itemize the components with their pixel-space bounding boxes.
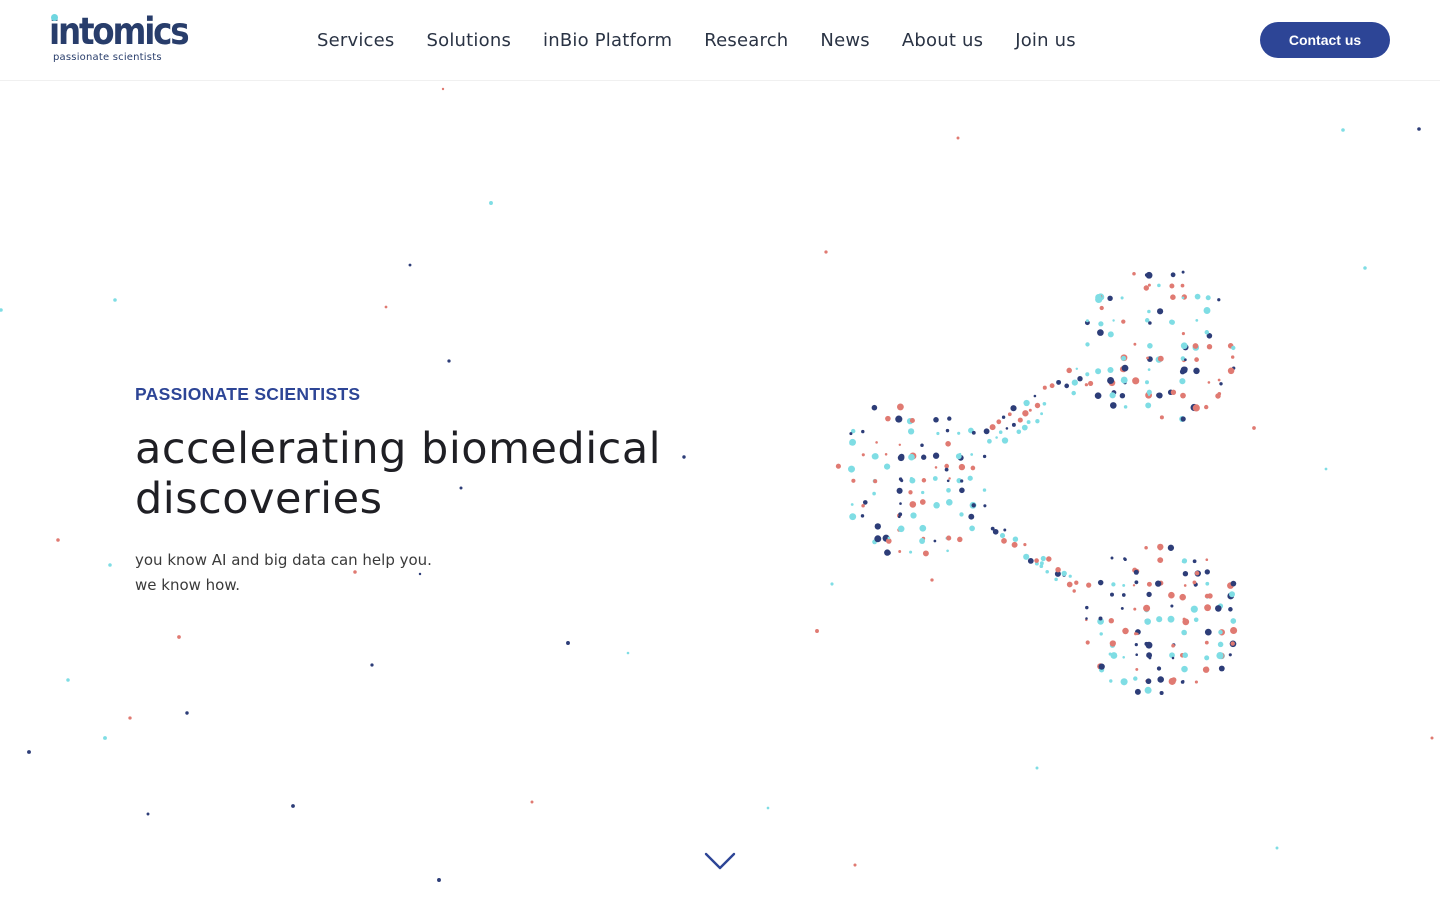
scroll-down-button[interactable] (703, 846, 737, 872)
hero-title-line-2: discoveries (135, 474, 383, 524)
hero-title: accelerating biomedical discoveries (135, 424, 755, 524)
nav-news[interactable]: News (820, 29, 869, 53)
page: intomics passionate scientists Services … (0, 0, 1440, 900)
nav-solutions[interactable]: Solutions (427, 29, 512, 53)
site-header: intomics passionate scientists Services … (0, 0, 1440, 81)
nav-inbio-platform[interactable]: inBio Platform (543, 29, 672, 53)
hero-section: PASSIONATE SCIENTISTS accelerating biome… (0, 0, 1440, 900)
logo-dot (51, 14, 58, 21)
hero-subtitle-line-1: you know AI and big data can help you. (135, 551, 432, 569)
nav-about-us[interactable]: About us (902, 29, 983, 53)
hero-subtitle: you know AI and big data can help you. w… (135, 548, 432, 598)
main-navigation: Services Solutions inBio Platform Resear… (317, 29, 1108, 53)
nav-research[interactable]: Research (704, 29, 788, 53)
chevron-down-icon (704, 852, 736, 870)
logo-wordmark: intomics (49, 10, 190, 53)
intomics-logo[interactable]: intomics passionate scientists (49, 10, 190, 66)
hero-title-line-1: accelerating biomedical (135, 424, 662, 474)
nav-join-us[interactable]: Join us (1015, 29, 1076, 53)
logo-tagline: passionate scientists (53, 52, 162, 63)
hero-eyebrow: PASSIONATE SCIENTISTS (135, 384, 361, 404)
hero-subtitle-line-2: we know how. (135, 576, 241, 594)
nav-services[interactable]: Services (317, 29, 395, 53)
contact-us-button[interactable]: Contact us (1260, 22, 1390, 58)
